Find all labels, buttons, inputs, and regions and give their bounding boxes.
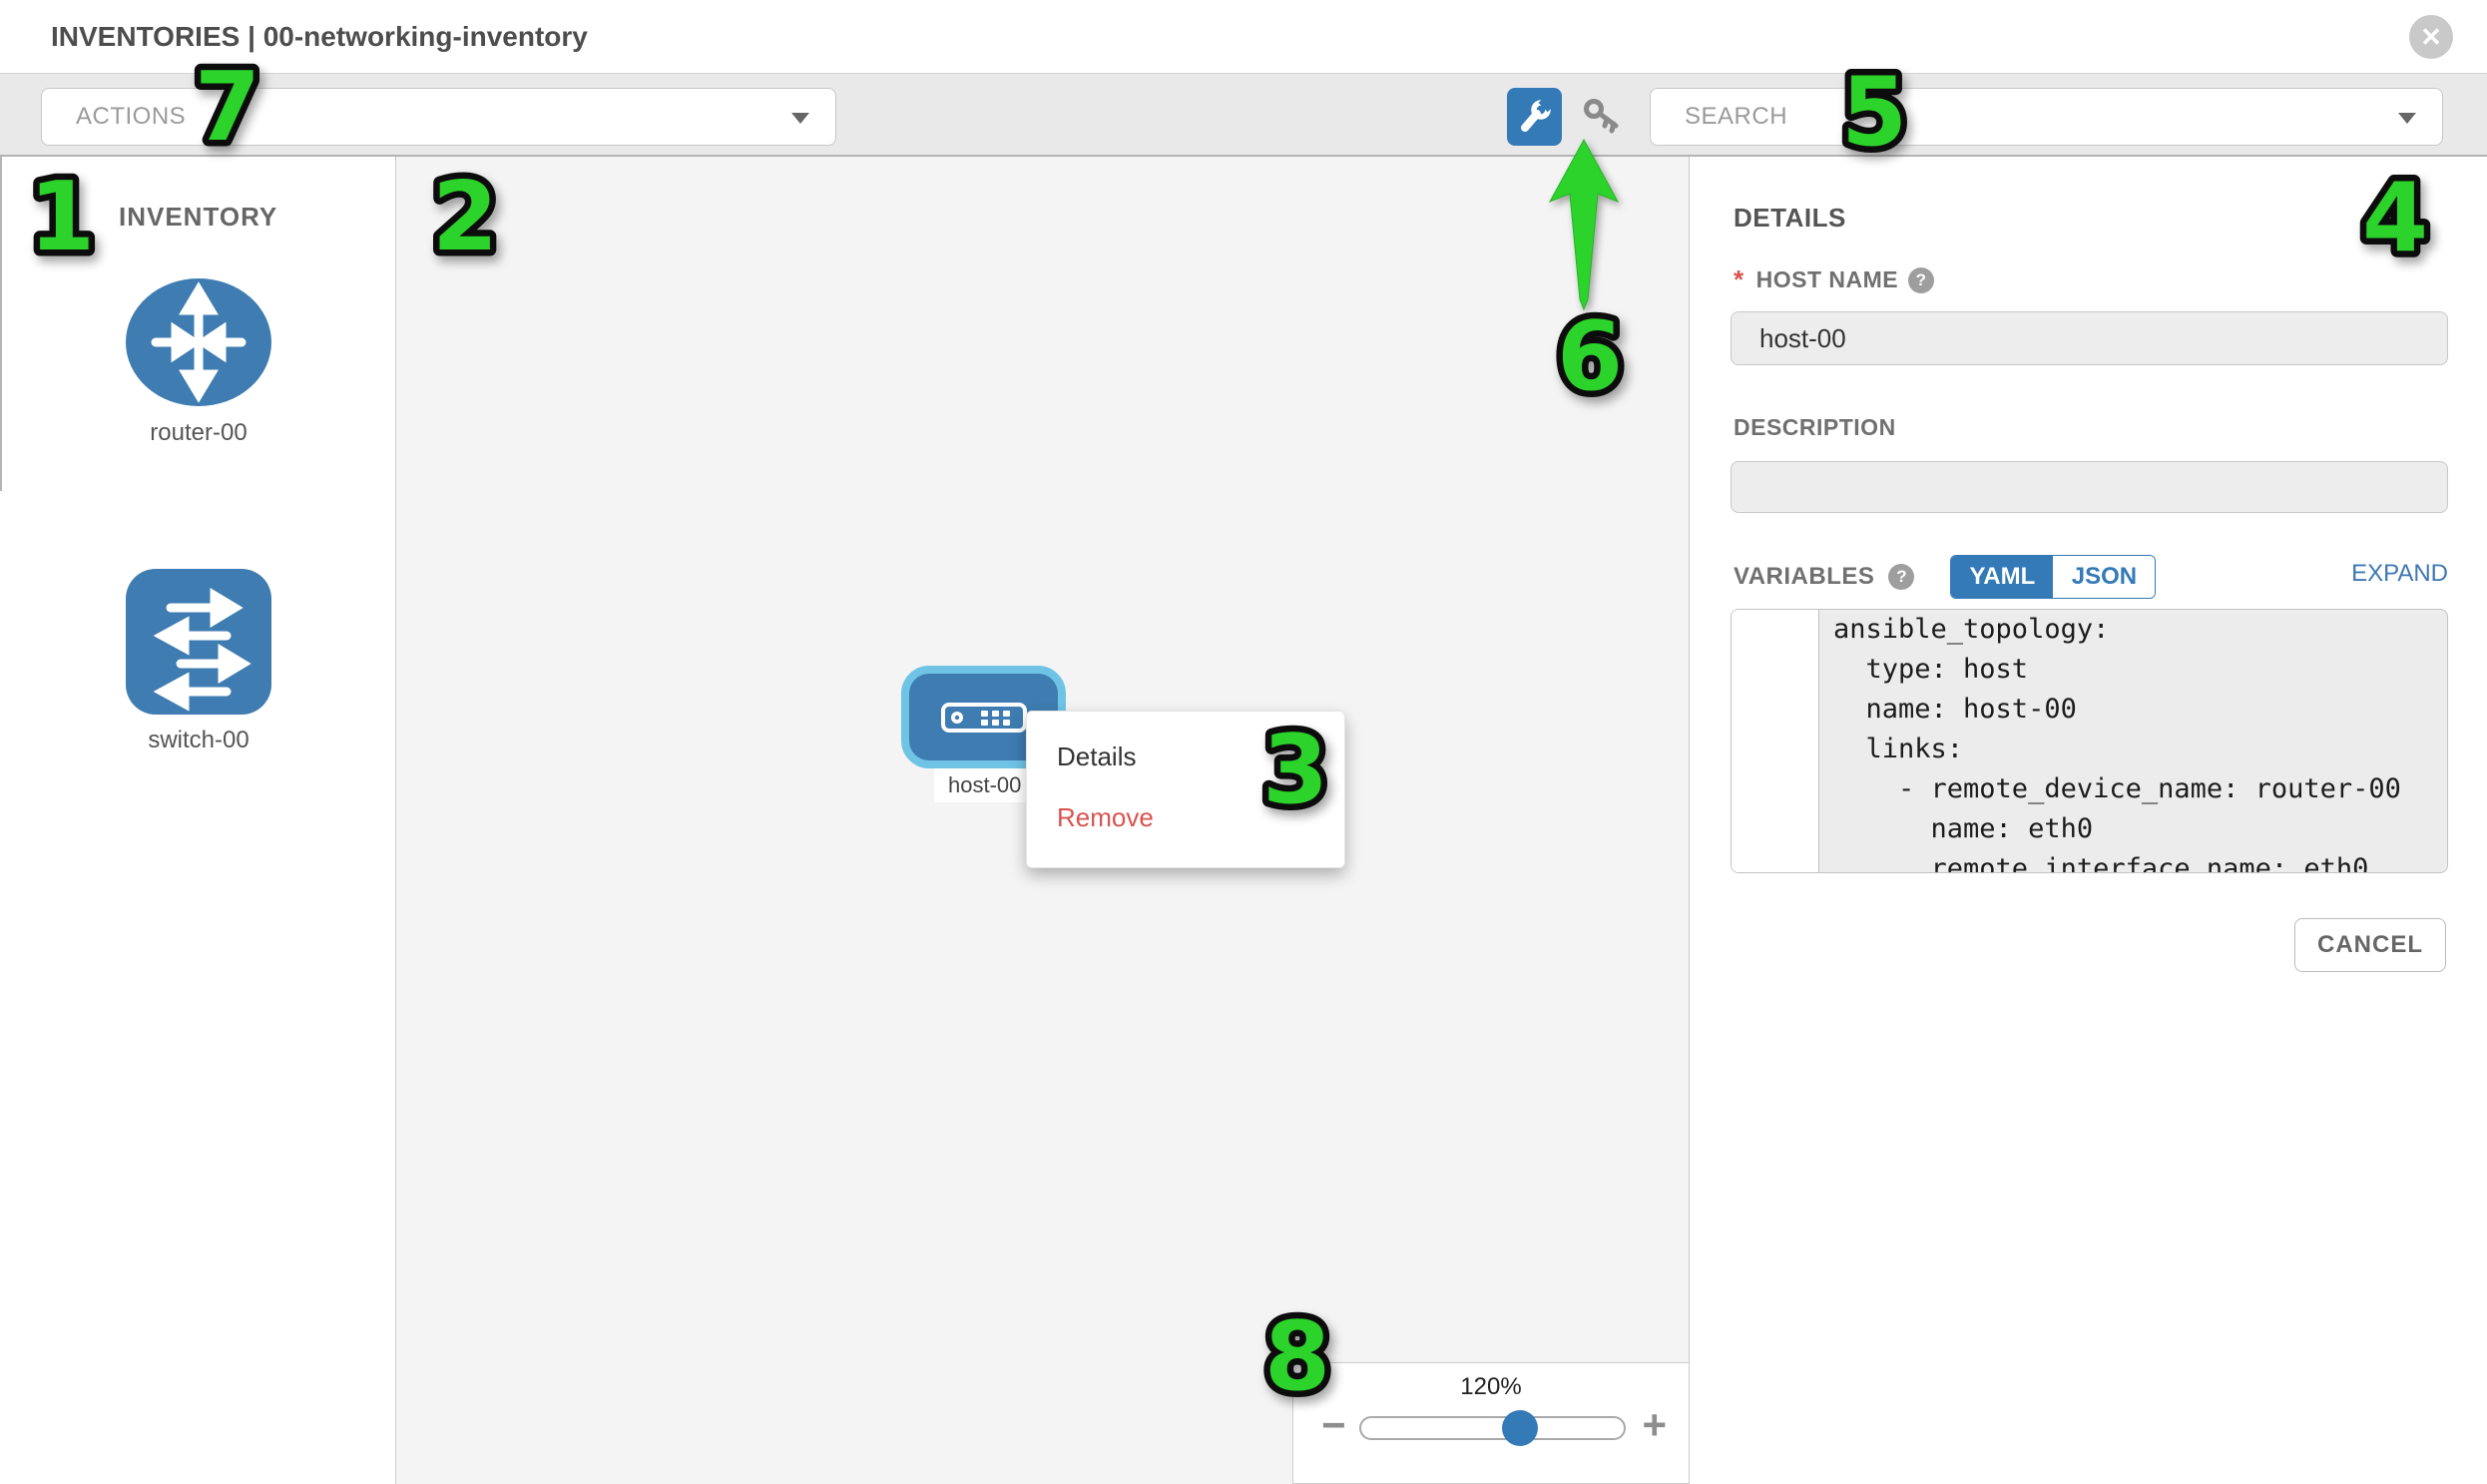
code-line: 5 - remote_device_name: router-00 bbox=[1732, 769, 2447, 809]
line-text: links: bbox=[1819, 730, 1963, 769]
editor-gutter bbox=[1732, 610, 1819, 872]
help-icon[interactable]: ? bbox=[1888, 564, 1914, 590]
expand-link[interactable]: EXPAND bbox=[2351, 560, 2448, 588]
router-icon bbox=[124, 276, 273, 408]
zoom-slider-track[interactable] bbox=[1359, 1416, 1626, 1440]
details-panel-title: DETAILS bbox=[1734, 203, 1846, 234]
page-title: INVENTORIES | 00-networking-inventory bbox=[51, 0, 588, 73]
required-asterisk: * bbox=[1734, 264, 1744, 295]
description-input[interactable] bbox=[1731, 461, 2448, 513]
actions-dropdown[interactable]: ACTIONS bbox=[41, 88, 836, 146]
chevron-down-icon bbox=[791, 113, 809, 124]
toolbar: ACTIONS SEARCH bbox=[0, 73, 2487, 157]
variables-row: VARIABLES ? YAML JSON bbox=[1734, 555, 2156, 599]
header: INVENTORIES | 00-networking-inventory ✕ bbox=[0, 0, 2487, 73]
context-menu-item-remove[interactable]: Remove bbox=[1027, 794, 1344, 841]
host-name-label: HOST NAME bbox=[1756, 266, 1899, 293]
line-text: type: host bbox=[1819, 650, 2028, 690]
host-name-label-row: * HOST NAME ? bbox=[1734, 264, 1934, 295]
device-label: router-00 bbox=[99, 419, 298, 447]
zoom-in-button[interactable]: + bbox=[1642, 1401, 1667, 1449]
search-dropdown[interactable]: SEARCH bbox=[1650, 88, 2443, 146]
details-panel: DETAILS * HOST NAME ? host-00 DESCRIPTIO… bbox=[1691, 157, 2487, 1484]
line-text: - remote_device_name: router-00 bbox=[1819, 769, 2401, 809]
key-icon bbox=[1580, 95, 1624, 139]
code-line: 6 name: eth0 bbox=[1732, 809, 2447, 849]
line-text: name: eth0 bbox=[1819, 809, 2093, 849]
chevron-down-icon bbox=[2398, 113, 2416, 124]
credentials-key-button[interactable] bbox=[1580, 95, 1624, 139]
code-line: 7 remote_interface_name: eth0 bbox=[1732, 849, 2447, 873]
search-dropdown-label: SEARCH bbox=[1685, 103, 1787, 131]
context-menu-item-details[interactable]: Details bbox=[1027, 734, 1344, 780]
host-name-input[interactable]: host-00 bbox=[1731, 311, 2448, 365]
variables-code-editor[interactable]: 1 ansible_topology: 2 type: host 3 name:… bbox=[1731, 609, 2448, 873]
app-window: INVENTORIES | 00-networking-inventory ✕ … bbox=[0, 0, 2487, 1484]
wrench-icon bbox=[1517, 99, 1553, 135]
tools-button[interactable] bbox=[1507, 88, 1562, 146]
node-context-menu: Details Remove bbox=[1026, 711, 1345, 868]
tab-yaml[interactable]: YAML bbox=[1951, 556, 2053, 598]
host-node-label: host-00 bbox=[934, 768, 1035, 802]
palette-item-switch[interactable]: switch-00 bbox=[99, 568, 298, 754]
code-line: 1 ansible_topology: bbox=[1732, 610, 2447, 650]
sidebar-scrollbar[interactable] bbox=[0, 157, 2, 491]
zoom-slider-thumb[interactable] bbox=[1502, 1410, 1538, 1446]
sidebar-title: INVENTORY bbox=[119, 202, 277, 233]
help-icon[interactable]: ? bbox=[1908, 267, 1934, 293]
code-line: 4 links: bbox=[1732, 730, 2447, 769]
format-toggle: YAML JSON bbox=[1950, 555, 2156, 599]
variables-label: VARIABLES bbox=[1734, 563, 1874, 591]
code-line: 3 name: host-00 bbox=[1732, 690, 2447, 730]
close-icon[interactable]: ✕ bbox=[2409, 15, 2453, 59]
description-label: DESCRIPTION bbox=[1734, 414, 1896, 441]
actions-dropdown-label: ACTIONS bbox=[76, 103, 186, 131]
zoom-widget: 120% − + bbox=[1292, 1362, 1690, 1484]
zoom-level-value: 120% bbox=[1293, 1373, 1689, 1401]
host-name-value: host-00 bbox=[1759, 323, 1846, 354]
tab-json[interactable]: JSON bbox=[2053, 556, 2155, 598]
line-text: name: host-00 bbox=[1819, 690, 2077, 730]
host-icon bbox=[941, 703, 1027, 733]
cancel-button[interactable]: CANCEL bbox=[2294, 918, 2446, 972]
topology-canvas[interactable]: host-00 Details Remove 120% − + bbox=[396, 157, 1690, 1484]
line-text: ansible_topology: bbox=[1819, 610, 2109, 650]
device-label: switch-00 bbox=[99, 727, 298, 754]
zoom-out-button[interactable]: − bbox=[1321, 1401, 1346, 1449]
inventory-sidebar: INVENTORY router-00 bbox=[0, 157, 396, 1484]
line-text: remote_interface_name: eth0 bbox=[1819, 849, 2368, 873]
code-line: 2 type: host bbox=[1732, 650, 2447, 690]
palette-item-router[interactable]: router-00 bbox=[99, 276, 298, 447]
description-label-row: DESCRIPTION bbox=[1734, 414, 1896, 441]
switch-icon bbox=[125, 568, 272, 716]
